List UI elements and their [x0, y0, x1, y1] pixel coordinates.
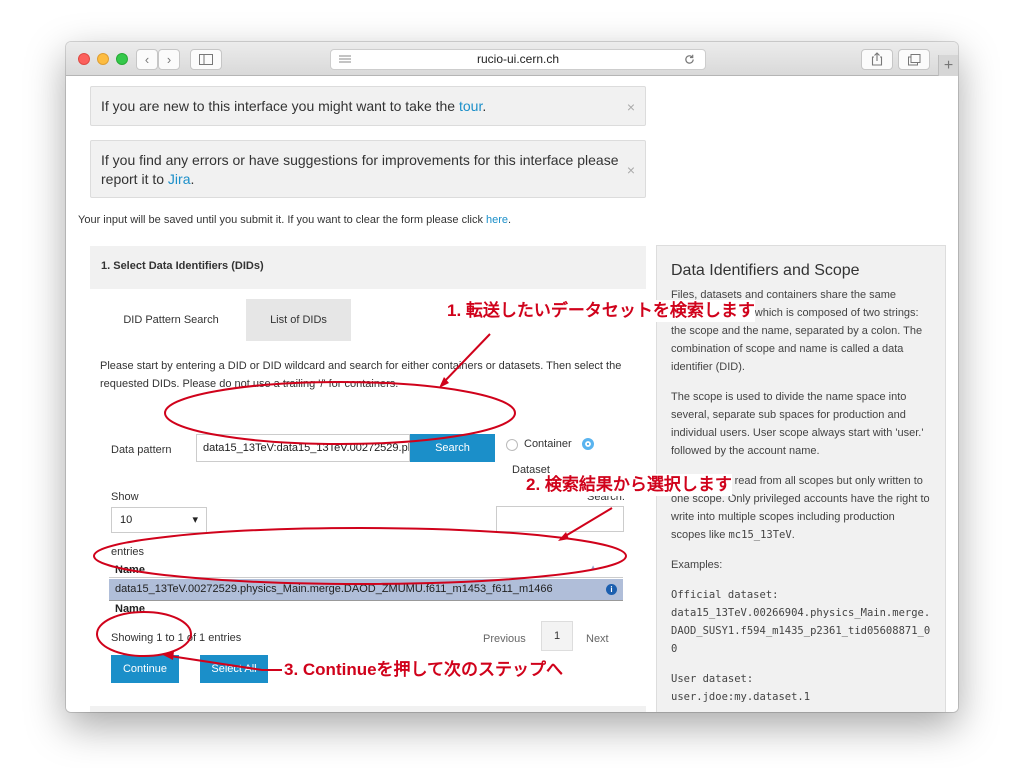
tabs-icon — [907, 54, 920, 66]
entries-label: entries — [111, 546, 145, 558]
sidebar-text: . — [791, 529, 795, 541]
showing-info: Showing 1 to 1 of 1 entries — [111, 632, 242, 644]
alert-end: . — [482, 98, 487, 114]
reload-icon[interactable] — [684, 54, 695, 65]
minimize-window-button[interactable] — [97, 53, 109, 65]
official-label: Official dataset: — [671, 589, 779, 601]
section-title-text: 1. Select Data Identifiers (DIDs) — [101, 260, 264, 272]
tour-alert: If you are new to this interface you mig… — [90, 86, 646, 126]
close-alert-button[interactable]: × — [627, 161, 635, 180]
tab-label: List of DIDs — [270, 314, 327, 326]
user-label: User dataset: — [671, 673, 754, 685]
clear-form-link[interactable]: here — [486, 214, 508, 226]
tabs-overview-button[interactable] — [898, 49, 930, 70]
title-bar: ‹ › rucio-ui.cern.ch + — [66, 42, 958, 76]
user-example: User dataset: user.jdoe:my.dataset.1 — [671, 670, 931, 706]
sidebar-paragraph: The scope is used to divide the name spa… — [671, 391, 924, 457]
select-all-button[interactable]: Select All — [200, 655, 268, 683]
alert-text: If you are new to this interface you mig… — [101, 98, 459, 114]
sidebar-toggle-button[interactable] — [190, 49, 222, 70]
radio-container[interactable] — [506, 439, 518, 451]
tab-label: DID Pattern Search — [123, 314, 219, 326]
feedback-alert: If you find any errors or have suggestio… — [90, 140, 646, 198]
show-label: Show — [111, 491, 139, 503]
save-note-end: . — [508, 214, 512, 226]
forward-button[interactable]: › — [158, 49, 180, 70]
user-value: user.jdoe:my.dataset.1 — [671, 691, 811, 703]
share-button[interactable] — [861, 49, 893, 70]
previous-button[interactable]: Previous — [483, 633, 526, 645]
scope-code: mc15_13TeV — [728, 529, 792, 541]
radio-container-label: Container — [524, 438, 572, 450]
tour-link[interactable]: tour — [459, 98, 482, 114]
column-footer-name: Name — [115, 603, 145, 615]
page-content: If you are new to this interface you mig… — [66, 76, 958, 712]
radio-dataset[interactable] — [582, 438, 594, 450]
examples-label: Examples: — [671, 559, 723, 571]
sidebar-title: Data Identifiers and Scope — [671, 262, 860, 279]
table-row[interactable]: data15_13TeV.00272529.physics_Main.merge… — [109, 579, 623, 600]
instructions: Please start by entering a DID or DID wi… — [100, 360, 622, 390]
entries-select[interactable]: 10 ▾ — [111, 507, 207, 533]
section-title: 1. Select Data Identifiers (DIDs) — [90, 246, 646, 289]
table-search-input[interactable] — [496, 506, 624, 532]
data-pattern-input[interactable]: data15_13TeV:data15_13TeV.00272529.ph — [196, 434, 410, 462]
official-value: data15_13TeV.00266904.physics_Main.merge… — [671, 607, 931, 655]
sort-asc-icon: ▲ — [589, 563, 597, 572]
alert-end: . — [190, 171, 195, 187]
column-header-name: Name — [115, 564, 145, 576]
page-1-button[interactable]: 1 — [541, 621, 573, 651]
close-alert-button[interactable]: × — [627, 98, 635, 117]
annotation-step-2: 2. 検索結果から選択します — [526, 474, 732, 496]
next-button[interactable]: Next — [586, 633, 609, 645]
annotation-step-3: 3. Continueを押して次のステップへ — [284, 659, 564, 681]
url-text: rucio-ui.cern.ch — [476, 52, 560, 66]
browser-window: ‹ › rucio-ui.cern.ch + If you are new to… — [66, 42, 958, 712]
share-icon — [871, 52, 883, 66]
jira-link[interactable]: Jira — [168, 171, 191, 187]
zoom-window-button[interactable] — [116, 53, 128, 65]
dropdown-icon: ▾ — [192, 514, 198, 526]
continue-button[interactable]: Continue — [111, 655, 179, 683]
pattern-label: Data pattern — [111, 444, 172, 456]
save-note-text: Your input will be saved until you submi… — [78, 214, 487, 226]
tab-list-of-dids[interactable]: List of DIDs — [246, 299, 351, 341]
annotation-step-1: 1. 転送したいデータセットを検索します — [447, 300, 755, 322]
table-header[interactable]: Name ▲ — [109, 560, 623, 578]
sidebar-icon — [199, 54, 213, 65]
table-footer: Name — [109, 600, 623, 616]
tab-did-pattern-search[interactable]: DID Pattern Search — [101, 299, 241, 341]
new-tab-button[interactable]: + — [938, 55, 958, 76]
reader-icon — [339, 55, 351, 63]
address-bar[interactable]: rucio-ui.cern.ch — [330, 49, 706, 70]
save-note: Your input will be saved until you submi… — [78, 214, 511, 226]
official-example: Official dataset: data15_13TeV.00266904.p… — [671, 586, 931, 658]
back-button[interactable]: ‹ — [136, 49, 158, 70]
did-name: data15_13TeV.00272529.physics_Main.merge… — [115, 583, 553, 595]
close-window-button[interactable] — [78, 53, 90, 65]
search-button[interactable]: Search — [410, 434, 495, 462]
info-icon[interactable]: i — [606, 584, 617, 595]
entries-value: 10 — [120, 514, 133, 526]
next-section-panel — [90, 706, 646, 712]
